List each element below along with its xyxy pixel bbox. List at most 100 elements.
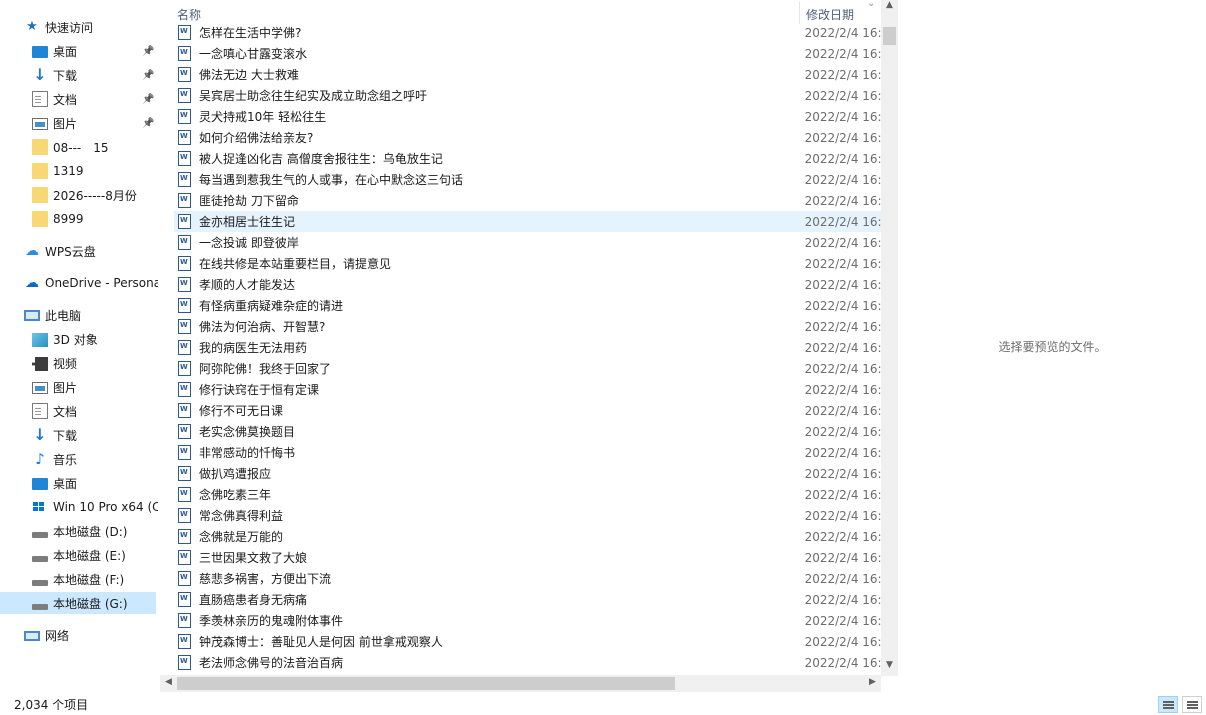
column-name-header[interactable]: 名称 (177, 6, 201, 23)
file-row[interactable]: 常念佛真得利益 2022/2/4 16:5 (174, 505, 882, 526)
nav-item-label: 文档 (53, 92, 78, 107)
nav-item[interactable]: ★ 快速访问 (0, 16, 158, 38)
nav-item[interactable]: 文档 📌 (0, 88, 158, 110)
file-row[interactable]: 佛法为何治病、开智慧? 2022/2/4 16:5 (174, 316, 882, 337)
nav-item[interactable]: ☁ WPS云盘 (0, 240, 158, 262)
view-toggle (1158, 696, 1204, 714)
file-row[interactable]: 吴宾居士助念往生纪实及成立助念组之呼吁 2022/2/4 16:5 (174, 85, 882, 106)
folder-icon (32, 163, 48, 179)
nav-item[interactable]: 桌面 (0, 472, 158, 494)
file-row[interactable]: 修行诀窍在于恒有定课 2022/2/4 16:5 (174, 379, 882, 400)
file-row[interactable]: 非常感动的忏悔书 2022/2/4 16:5 (174, 442, 882, 463)
nav-item-label: 网络 (45, 628, 70, 643)
vertical-scroll-thumb[interactable] (883, 27, 896, 45)
file-row[interactable]: 念佛就是万能的 2022/2/4 16:5 (174, 526, 882, 547)
scroll-left-arrow-icon[interactable]: ◀ (160, 677, 177, 687)
word-document-icon (178, 319, 191, 334)
star-icon: ★ (26, 19, 38, 34)
nav-item[interactable]: 08--- 15 (0, 136, 158, 158)
file-row[interactable]: 每当遇到惹我生气的人或事，在心中默念这三句话 2022/2/4 16:5 (174, 169, 882, 190)
folder-icon (32, 139, 48, 155)
file-row[interactable]: 怎样在生活中学佛? 2022/2/4 16:5 (174, 22, 882, 43)
word-document-icon (178, 403, 191, 418)
file-row[interactable]: 一念投诚 即登彼岸 2022/2/4 16:5 (174, 232, 882, 253)
word-document-icon (178, 25, 191, 40)
preview-message: 选择要预览的文件。 (998, 340, 1107, 354)
scroll-down-arrow-icon[interactable]: ▼ (881, 660, 898, 670)
word-document-icon (178, 151, 191, 166)
file-row[interactable]: 慈悲多祸害，方便出下流 2022/2/4 16:5 (174, 568, 882, 589)
file-row[interactable]: 如何介绍佛法给亲友? 2022/2/4 16:5 (174, 127, 882, 148)
file-row[interactable]: 金亦相居士往生记 2022/2/4 16:5 (174, 211, 882, 232)
pictures-icon (32, 382, 48, 394)
file-row[interactable]: 在线共修是本站重要栏目，请提意见 2022/2/4 16:5 (174, 253, 882, 274)
nav-item[interactable]: 2026-----8月份 (0, 184, 158, 206)
file-row[interactable]: 念佛吃素三年 2022/2/4 16:5 (174, 484, 882, 505)
file-row[interactable]: 老实念佛莫换题目 2022/2/4 16:5 (174, 421, 882, 442)
nav-item-label: 桌面 (53, 476, 78, 491)
nav-item[interactable]: Win 10 Pro x64 (C:) (0, 496, 158, 518)
nav-item-label: 1319 (53, 164, 84, 178)
file-name: 钟茂森博士：善耻见人是何因 前世拿戒观察人 (199, 635, 443, 649)
nav-item-label: 图片 (53, 380, 78, 395)
nav-item[interactable]: ☁ OneDrive - Personal (0, 272, 158, 294)
file-date: 2022/2/4 16:5 (804, 508, 882, 523)
nav-item[interactable]: 此电脑 (0, 304, 158, 326)
file-row[interactable]: 被人捉逢凶化吉 高僧度舍报往生：乌龟放生记 2022/2/4 16:5 (174, 148, 882, 169)
nav-item[interactable]: 网络 (0, 624, 158, 646)
file-name: 老实念佛莫换题目 (199, 425, 296, 439)
file-row[interactable]: 阿弥陀佛！我终于回家了 2022/2/4 16:5 (174, 358, 882, 379)
file-row[interactable]: 有怪病重病疑难杂症的请进 2022/2/4 16:5 (174, 295, 882, 316)
nav-item-label: 本地磁盘 (F:) (53, 572, 125, 587)
file-row[interactable]: 修行不可无日课 2022/2/4 16:5 (174, 400, 882, 421)
scroll-up-arrow-icon[interactable]: ▲ (881, 0, 898, 10)
scroll-right-arrow-icon[interactable]: ▶ (864, 677, 881, 687)
nav-item[interactable]: 1319 (0, 160, 158, 182)
network-icon (24, 631, 40, 641)
file-row[interactable]: 三世因果文救了大娘 2022/2/4 16:5 (174, 547, 882, 568)
file-row[interactable]: 做扒鸡遭报应 2022/2/4 16:5 (174, 463, 882, 484)
nav-item[interactable]: 3D 对象 (0, 328, 158, 350)
word-document-icon (178, 235, 191, 250)
file-list[interactable]: 名称 修改日期 ⌄ 怎样在生活中学佛?2022/2/4 16:5一念嗔心甘露变滚… (170, 0, 898, 690)
file-date: 2022/2/4 16:5 (804, 424, 882, 439)
nav-item[interactable]: 桌面 📌 (0, 40, 158, 62)
file-row[interactable]: 季羡林亲历的鬼魂附体事件 2022/2/4 16:4 (174, 610, 882, 631)
file-row[interactable]: 我的病医生无法用药 2022/2/4 16:5 (174, 337, 882, 358)
nav-item[interactable]: 本地磁盘 (D:) (0, 520, 158, 542)
horizontal-scrollbar[interactable]: ◀ ▶ (160, 675, 881, 692)
nav-item[interactable]: ↓ 下载 📌 (0, 64, 158, 86)
nav-item[interactable]: ♪ 音乐 (0, 448, 158, 470)
nav-item[interactable]: 本地磁盘 (F:) (0, 568, 158, 590)
column-date-header[interactable]: 修改日期 (806, 6, 854, 23)
file-row[interactable]: 一念嗔心甘露变滚水 2022/2/4 16:5 (174, 43, 882, 64)
file-row[interactable]: 钟茂森博士：善耻见人是何因 前世拿戒观察人 2022/2/4 16:4 (174, 631, 882, 652)
nav-item[interactable]: ↓ 下载 (0, 424, 158, 446)
details-view-button[interactable] (1158, 696, 1178, 713)
nav-item[interactable]: 本地磁盘 (G:) (0, 592, 156, 614)
file-row[interactable]: 佛法无边 大士救难 2022/2/4 16:5 (174, 64, 882, 85)
vertical-scrollbar[interactable]: ▲ ▼ (881, 0, 898, 676)
nav-item-label: OneDrive - Personal (45, 276, 158, 290)
file-row[interactable]: 老法师念佛号的法音治百病 2022/2/4 16:4 (174, 652, 882, 673)
column-separator[interactable] (799, 2, 800, 24)
nav-item[interactable]: 视频 (0, 352, 158, 374)
desktop-icon (32, 478, 48, 490)
nav-item-label: 此电脑 (45, 308, 82, 323)
nav-item[interactable]: 8999 (0, 208, 158, 230)
navigation-pane[interactable]: ★ 快速访问 桌面 📌 ↓ 下载 📌 文档 📌 图片 📌 08--- 15 1319 2026-----8… (0, 0, 158, 690)
file-row[interactable]: 孝顺的人才能发达 2022/2/4 16:5 (174, 274, 882, 295)
file-row[interactable]: 直肠癌患者身无病痛 2022/2/4 16:4 (174, 589, 882, 610)
nav-item[interactable]: 本地磁盘 (E:) (0, 544, 158, 566)
nav-item[interactable]: 图片 (0, 376, 158, 398)
nav-item[interactable]: 图片 📌 (0, 112, 158, 134)
file-row[interactable]: 灵犬持戒10年 轻松往生 2022/2/4 16:5 (174, 106, 882, 127)
word-document-icon (178, 529, 191, 544)
large-icons-view-button[interactable] (1182, 696, 1202, 713)
horizontal-scroll-thumb[interactable] (177, 677, 675, 690)
file-name: 非常感动的忏悔书 (199, 446, 296, 460)
nav-item[interactable]: 文档 (0, 400, 158, 422)
file-row[interactable]: 匪徒抢劫 刀下留命 2022/2/4 16:5 (174, 190, 882, 211)
file-date: 2022/2/4 16:5 (804, 529, 882, 544)
column-header: 名称 修改日期 ⌄ (170, 0, 898, 24)
